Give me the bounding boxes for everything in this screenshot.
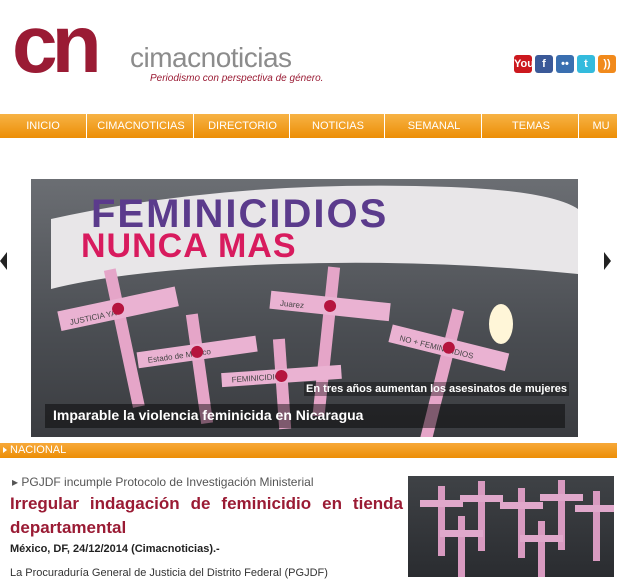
slider-next-icon[interactable] (604, 252, 611, 270)
article-body: La Procuraduría General de Justicia del … (10, 567, 328, 579)
nav-item-noticias[interactable]: NOTICIAS (292, 114, 385, 138)
slide-caption-main[interactable]: Imparable la violencia feminicida en Nic… (45, 404, 565, 428)
nav-item-semanal[interactable]: SEMANAL (387, 114, 482, 138)
site-name[interactable]: cimacnoticias (130, 42, 292, 74)
thumbnail-cross-bar (420, 500, 463, 507)
main-nav: INICIO CIMACNOTICIAS DIRECTORIO NOTICIAS SEM… (0, 114, 617, 138)
kicker-text: PGJDF incumple Protocolo de Investigació… (21, 475, 314, 489)
photo-candle (489, 304, 513, 344)
nav-item-temas[interactable]: TEMAS (484, 114, 579, 138)
thumbnail-cross-bar (460, 495, 503, 502)
article-thumbnail[interactable] (408, 476, 614, 577)
section-label[interactable]: NACIONAL (10, 443, 66, 458)
article-headline[interactable]: Irregular indagación de feminicidio en t… (10, 492, 403, 540)
nav-item-cimacnoticias[interactable]: CIMACNOTICIAS (89, 114, 194, 138)
article-dateline: México, DF, 24/12/2014 (Cimacnoticias).- (10, 543, 220, 555)
thumbnail-cross-bar (575, 505, 614, 512)
thumbnail-photo (420, 480, 614, 577)
flickr-icon[interactable]: •• (556, 55, 574, 73)
featured-slider[interactable]: FEMINICIDIOS NUNCA MAS JUSTICIA YA Estado… (31, 179, 578, 437)
thumbnail-cross-bar (440, 530, 483, 537)
kicker-arrow-icon: ▸ (12, 475, 22, 489)
thumbnail-cross-post (593, 491, 600, 561)
thumbnail-cross-post (478, 481, 485, 551)
article-kicker: ▸ PGJDF incumple Protocolo de Investigac… (12, 475, 313, 489)
youtube-icon[interactable]: You (514, 55, 534, 73)
logo-mark[interactable]: cn (12, 4, 102, 86)
site-tagline: Periodismo con perspectiva de género. (150, 73, 324, 84)
nav-item-mu[interactable]: MU (581, 114, 617, 138)
slider-prev-icon[interactable] (0, 252, 7, 270)
thumbnail-cross-bar (540, 494, 583, 501)
twitter-icon[interactable]: t (577, 55, 595, 73)
section-arrow-icon (3, 447, 7, 453)
rss-icon[interactable]: )) (598, 55, 616, 73)
photo-banner-line2: NUNCA MAS (81, 227, 297, 265)
site-header: cn cimacnoticias Periodismo con perspect… (0, 0, 617, 112)
slide-photo: FEMINICIDIOS NUNCA MAS JUSTICIA YAEstado… (51, 185, 578, 437)
thumbnail-crosses (420, 480, 614, 577)
thumbnail-cross-post (438, 486, 445, 556)
nav-item-directorio[interactable]: DIRECTORIO (196, 114, 290, 138)
thumbnail-cross-post (458, 516, 465, 577)
slide-caption-small[interactable]: En tres años aumentan los asesinatos de … (304, 382, 570, 396)
thumbnail-cross-post (518, 488, 525, 558)
section-bar: NACIONAL (0, 443, 617, 458)
thumbnail-cross-bar (500, 502, 543, 509)
thumbnail-cross-post (538, 521, 545, 577)
nav-item-inicio[interactable]: INICIO (0, 114, 87, 138)
facebook-icon[interactable]: f (535, 55, 553, 73)
thumbnail-cross-bar (520, 535, 563, 542)
